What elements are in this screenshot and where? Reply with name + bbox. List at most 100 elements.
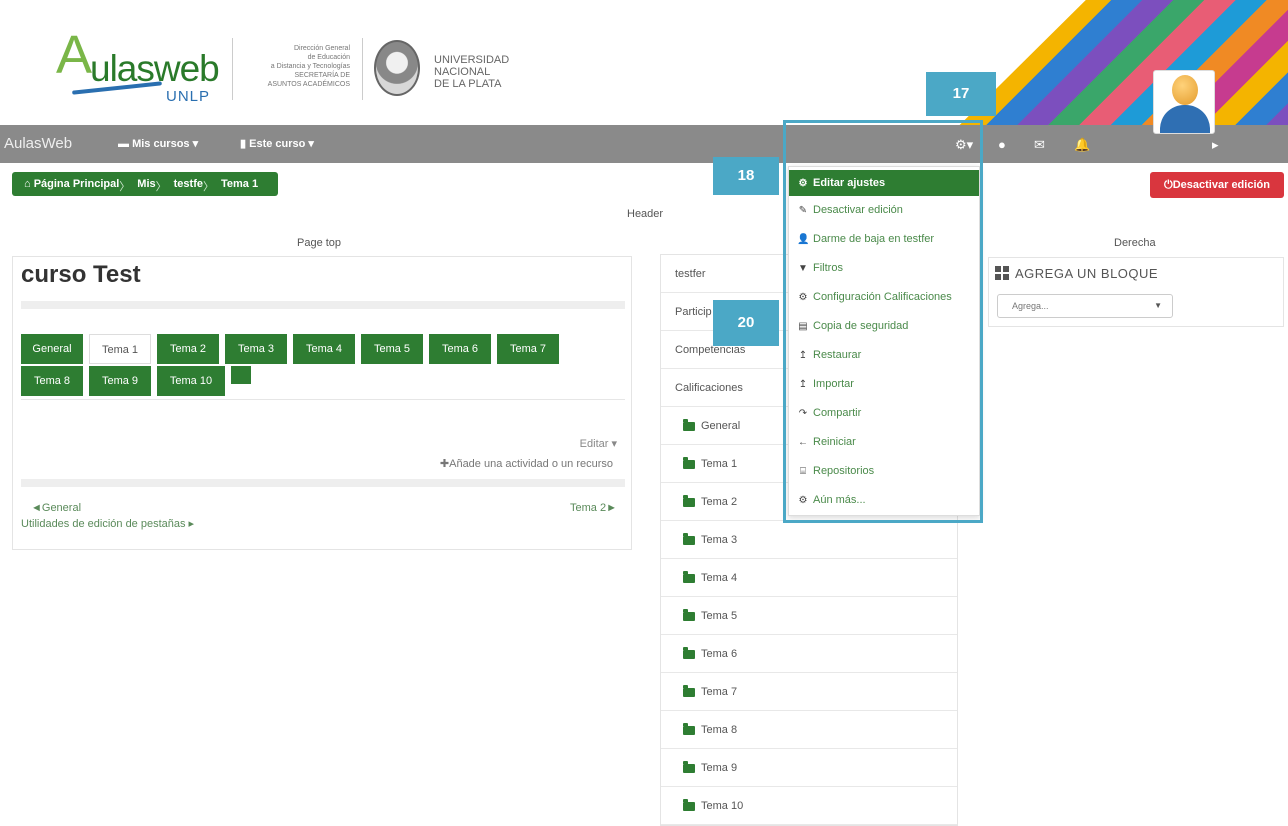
menu-desactivar-edicion[interactable]: ✎ Desactivar edición [789,197,979,223]
top-navbar: AulasWeb ▬ Mis cursos ▾ ▮ Este curso ▾ ⚙… [0,125,1288,163]
secretaria-line: de Educación [307,54,350,61]
chevron-down-icon: ▼ [1154,301,1162,310]
nav-topic-tema-7[interactable]: Tema 7 [661,673,957,711]
this-course-label: Este curso ▾ [249,138,314,150]
decorative-stripes [934,0,1288,125]
tab-tema-9[interactable]: Tema 9 [89,366,151,396]
menu-configuracion-calificaciones[interactable]: ⚙ Configuración Calificaciones [789,284,979,310]
user-icon: 👤 [797,234,810,245]
logo-sub: UNLP [166,88,211,105]
tab-tema-6[interactable]: Tema 6 [429,334,491,364]
folder-icon [683,570,695,583]
nav-topic-tema-3[interactable]: Tema 3 [661,521,957,559]
topic-label: Tema 2 [701,496,738,508]
add-block-select[interactable]: Agrega... ▼ [997,294,1173,318]
bell-icon[interactable]: 🔔 [1074,137,1090,153]
select-value: Agrega... [1012,301,1049,311]
settings-dropdown: ⚙ Editar ajustes ✎ Desactivar edición 👤 Dar… [788,166,980,516]
menu-label: Aún más... [813,494,866,506]
menu-label: Importar [813,378,854,390]
menu-repositorios[interactable]: ⌸ Repositorios [789,458,979,484]
university-name: UNIVERSIDAD NACIONAL DE LA PLATA [434,54,509,90]
edit-menu[interactable]: Editar ▾ [580,437,617,450]
tab-general[interactable]: General [21,334,83,364]
mail-icon[interactable]: ✉ [1034,137,1045,153]
arrow-left-icon: ← [798,437,808,448]
gear-icon: ⚙ [798,495,808,506]
secretaria-line: SECRETARÍA DE [294,72,351,79]
menu-aun-mas[interactable]: ⚙ Aún más... [789,487,979,513]
tab-add[interactable] [231,366,251,384]
topic-label: Tema 6 [701,648,738,660]
menu-editar-ajustes[interactable]: ⚙ Editar ajustes [789,170,979,196]
gear-icon[interactable]: ⚙▾ [955,137,973,153]
callout-18: 18 [713,157,779,195]
site-banner: A ulasweb UNLP Dirección General de Educ… [0,0,1288,125]
section-nav-bar [21,479,625,487]
folder-icon [683,684,695,697]
user-avatar[interactable] [1153,70,1215,134]
folder-icon [683,722,695,735]
menu-filtros[interactable]: ▼ Filtros [789,255,979,281]
tab-tema-8[interactable]: Tema 8 [21,366,83,396]
menu-reiniciar[interactable]: ← Reiniciar [789,429,979,455]
tab-tema-2[interactable]: Tema 2 [157,334,219,364]
add-activity-link[interactable]: ✚Añade una actividad o un recurso [440,457,613,470]
breadcrumb-home[interactable]: ⌂ Página Principal [18,178,131,190]
breadcrumb-item[interactable]: Tema 1 [203,178,270,194]
menu-darme-de-baja[interactable]: 👤 Darme de baja en testfer [789,226,979,252]
my-courses-label: Mis cursos ▾ [132,138,199,150]
menu-importar[interactable]: ↥ Importar [789,371,979,397]
menu-compartir[interactable]: ↷ Compartir [789,400,979,426]
secretaria-line: a Distancia y Tecnologías [270,63,350,70]
share-icon: ↷ [798,408,808,419]
menu-label: Configuración Calificaciones [813,291,952,303]
globe-icon[interactable]: ● [998,137,1006,152]
nav-topic-tema-9[interactable]: Tema 9 [661,749,957,787]
my-courses-menu[interactable]: ▬ Mis cursos ▾ [118,137,198,150]
folder-icon [683,532,695,545]
folder-icon [683,646,695,659]
nav-topic-tema-10[interactable]: Tema 10 [661,787,957,825]
upload-icon: ↥ [798,350,808,361]
tab-tema-10[interactable]: Tema 10 [157,366,225,396]
folder-icon [683,798,695,811]
menu-label: Restaurar [813,349,862,361]
tab-tema-1[interactable]: Tema 1 [89,334,151,364]
menu-restaurar[interactable]: ↥ Restaurar [789,342,979,368]
tab-tema-5[interactable]: Tema 5 [361,334,423,364]
menu-copia-de-seguridad[interactable]: ▤ Copia de seguridad [789,313,979,339]
file-icon: ▤ [798,321,808,332]
banner-divider [232,38,233,100]
menu-label: Filtros [813,262,843,274]
avatar-head [1172,75,1198,105]
desactivar-label: Desactivar edición [1172,179,1270,191]
desactivar-edicion-button[interactable]: ⏻Desactivar edición [1150,172,1284,198]
breadcrumb: ⌂ Página Principal Mis testfe Tema 1 [12,172,279,196]
menu-label: Darme de baja en testfer [813,233,935,245]
tab-tema-4[interactable]: Tema 4 [293,334,355,364]
nav-topic-tema-8[interactable]: Tema 8 [661,711,957,749]
user-menu-caret-icon[interactable]: ▸ [1212,137,1219,153]
next-section-link[interactable]: Tema 2► [570,502,617,514]
folder-icon [683,456,695,469]
navbar-brand[interactable]: AulasWeb [4,135,72,152]
topic-label: General [701,420,741,432]
topic-label: Tema 9 [701,762,738,774]
header-region-label: Header [627,208,664,220]
tab-utilities-link[interactable]: Utilidades de edición de pestañas ▸ [21,517,194,530]
home-icon: ⌂ [24,178,34,190]
aulasweb-logo[interactable]: A ulasweb UNLP [56,25,232,105]
nav-topic-tema-6[interactable]: Tema 6 [661,635,957,673]
nav-topic-tema-5[interactable]: Tema 5 [661,597,957,635]
menu-label: Repositorios [813,465,875,477]
course-icon: ▮ [240,138,250,150]
folder-icon [683,494,695,507]
tab-tema-7[interactable]: Tema 7 [497,334,559,364]
course-summary-bar [21,301,625,309]
pagetop-region-label: Page top [297,237,342,249]
prev-section-link[interactable]: ◄General [31,502,81,514]
tab-tema-3[interactable]: Tema 3 [225,334,287,364]
nav-topic-tema-4[interactable]: Tema 4 [661,559,957,597]
this-course-menu[interactable]: ▮ Este curso ▾ [240,137,314,150]
